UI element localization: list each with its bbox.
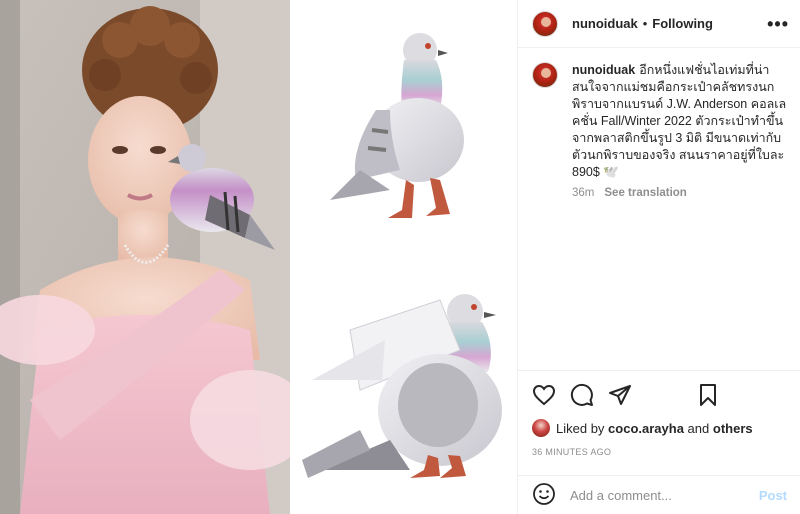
caption-age: 36m — [572, 187, 595, 199]
comment-box: Add a comment... Post — [518, 475, 800, 514]
liker-username[interactable]: coco.arayha — [608, 421, 684, 436]
see-translation-link[interactable]: See translation — [604, 187, 686, 199]
avatar[interactable] — [532, 10, 558, 37]
post-comment-button[interactable]: Post — [759, 488, 787, 503]
liker-avatar[interactable] — [532, 419, 550, 437]
comment-input[interactable]: Add a comment... — [570, 488, 759, 503]
smiley-icon[interactable] — [532, 482, 556, 509]
likes-summary: Liked by coco.arayha and others — [532, 419, 753, 437]
likes-others-link[interactable]: others — [713, 421, 753, 436]
share-icon[interactable] — [608, 383, 632, 407]
woman-with-pigeon-illustration — [0, 0, 290, 514]
heart-icon[interactable] — [532, 383, 556, 407]
comment-icon[interactable] — [570, 383, 594, 407]
post-sidebar: nunoiduak • Following ••• nunoiduak อีกหน… — [517, 0, 800, 514]
caption-avatar[interactable] — [532, 62, 558, 88]
post-media[interactable] — [0, 0, 517, 514]
header-username[interactable]: nunoiduak — [572, 16, 638, 31]
caption-text: อีกหนึ่งแฟชั่นไอเท่มที่น่าสนใจจากแม่ชมคื… — [572, 63, 787, 179]
post-caption: nunoiduak อีกหนึ่งแฟชั่นไอเท่มที่น่าสนใจจ… — [532, 62, 794, 199]
woman-with-pigeon-photo — [0, 0, 290, 514]
caption-username[interactable]: nunoiduak — [572, 63, 635, 77]
pigeon-clutch-product-photo — [290, 0, 517, 514]
post-timestamp: 36 MINUTES AGO — [532, 447, 612, 457]
likes-prefix: Liked by — [556, 420, 605, 436]
following-button[interactable]: Following — [652, 16, 713, 31]
post-actions: Liked by coco.arayha and others 36 MINUT… — [518, 370, 800, 514]
more-horizontal-icon[interactable]: ••• — [767, 15, 789, 33]
header-separator: • — [642, 16, 648, 31]
likes-middle: and — [687, 420, 710, 436]
pigeon-clutch-illustration — [302, 33, 502, 478]
post-header: nunoiduak • Following ••• — [518, 0, 800, 48]
bookmark-icon[interactable] — [697, 383, 719, 410]
